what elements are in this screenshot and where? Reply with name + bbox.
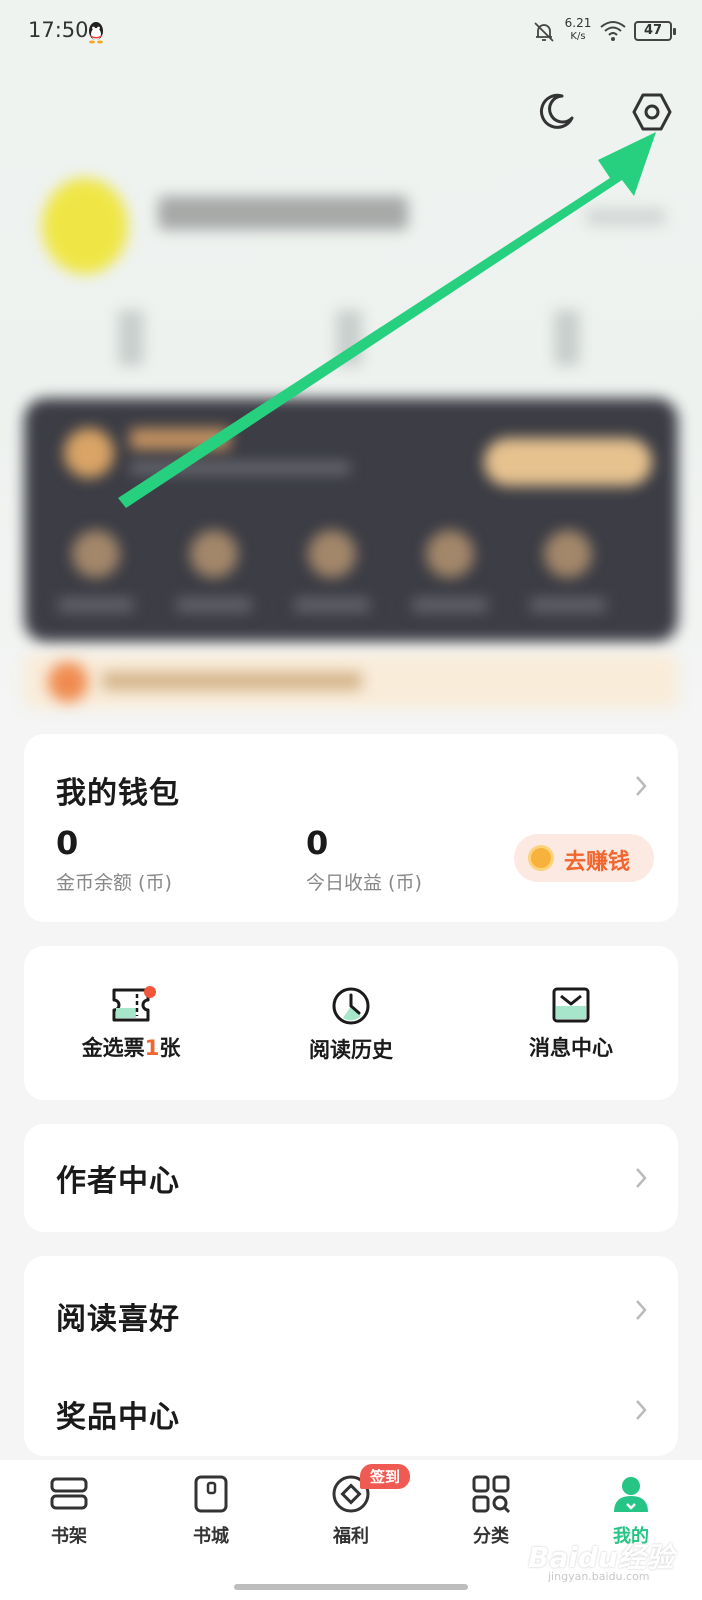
chevron-right-icon — [636, 1400, 647, 1420]
nav-bookstore-label: 书城 — [193, 1526, 229, 1547]
wallet-card[interactable]: 我的钱包 0 金币余额 (币) 0 今日收益 (币) 去赚钱 — [24, 734, 678, 922]
bookstore-icon — [194, 1475, 228, 1513]
golden-ticket-item[interactable]: 金选票1张 — [56, 986, 206, 1062]
golden-ticket-label: 金选票1张 — [56, 1032, 206, 1062]
reading-preference-label: 阅读喜好 — [56, 1302, 180, 1337]
annotation-arrow — [118, 132, 656, 508]
nav-category[interactable]: 分类 — [446, 1474, 536, 1548]
watermark-url: jingyan.baidu.com — [548, 1570, 650, 1583]
chevron-right-icon — [636, 1300, 647, 1320]
message-center-label: 消息中心 — [529, 1036, 613, 1060]
nav-welfare-label: 福利 — [333, 1526, 369, 1547]
nav-bookshelf-label: 书架 — [51, 1526, 87, 1547]
author-center-label: 作者中心 — [56, 1164, 180, 1199]
nav-bookshelf[interactable]: 书架 — [24, 1474, 114, 1548]
bookshelf-icon — [50, 1477, 88, 1510]
earn-money-button[interactable]: 去赚钱 — [514, 834, 654, 882]
user-profile-icon — [614, 1477, 648, 1512]
message-center-item[interactable]: 消息中心 — [496, 986, 646, 1062]
chevron-right-icon — [636, 1168, 647, 1188]
quick-actions-card: 金选票1张 阅读历史 消息中心 — [24, 946, 678, 1100]
earn-money-label: 去赚钱 — [564, 850, 631, 875]
preferences-card: 阅读喜好 奖品中心 — [24, 1256, 678, 1456]
prize-center-label: 奖品中心 — [56, 1400, 180, 1435]
ticket-count: 1 — [144, 1036, 160, 1060]
chevron-right-icon — [636, 776, 647, 796]
wallet-title: 我的钱包 — [56, 776, 180, 811]
today-income-value: 0 — [306, 824, 329, 862]
reading-history-item[interactable]: 阅读历史 — [276, 986, 426, 1064]
clock-icon — [332, 987, 370, 1025]
nav-category-label: 分类 — [473, 1526, 509, 1547]
reading-history-label: 阅读历史 — [309, 1038, 393, 1062]
home-indicator[interactable] — [234, 1584, 468, 1590]
coin-balance-value: 0 — [56, 824, 79, 862]
sign-in-badge[interactable]: 签到 — [360, 1464, 411, 1489]
nav-bookstore[interactable]: 书城 — [166, 1474, 256, 1548]
ticket-prefix: 金选票 — [81, 1036, 145, 1060]
author-center-row[interactable]: 作者中心 — [24, 1124, 678, 1232]
inbox-icon — [552, 987, 590, 1023]
ticket-suffix: 张 — [159, 1036, 181, 1060]
coin-balance-label: 金币余额 (币) — [56, 872, 172, 894]
coin-icon — [528, 845, 554, 871]
today-income-label: 今日收益 (币) — [306, 872, 422, 894]
category-grid-icon — [472, 1475, 511, 1514]
notification-dot — [144, 986, 156, 998]
